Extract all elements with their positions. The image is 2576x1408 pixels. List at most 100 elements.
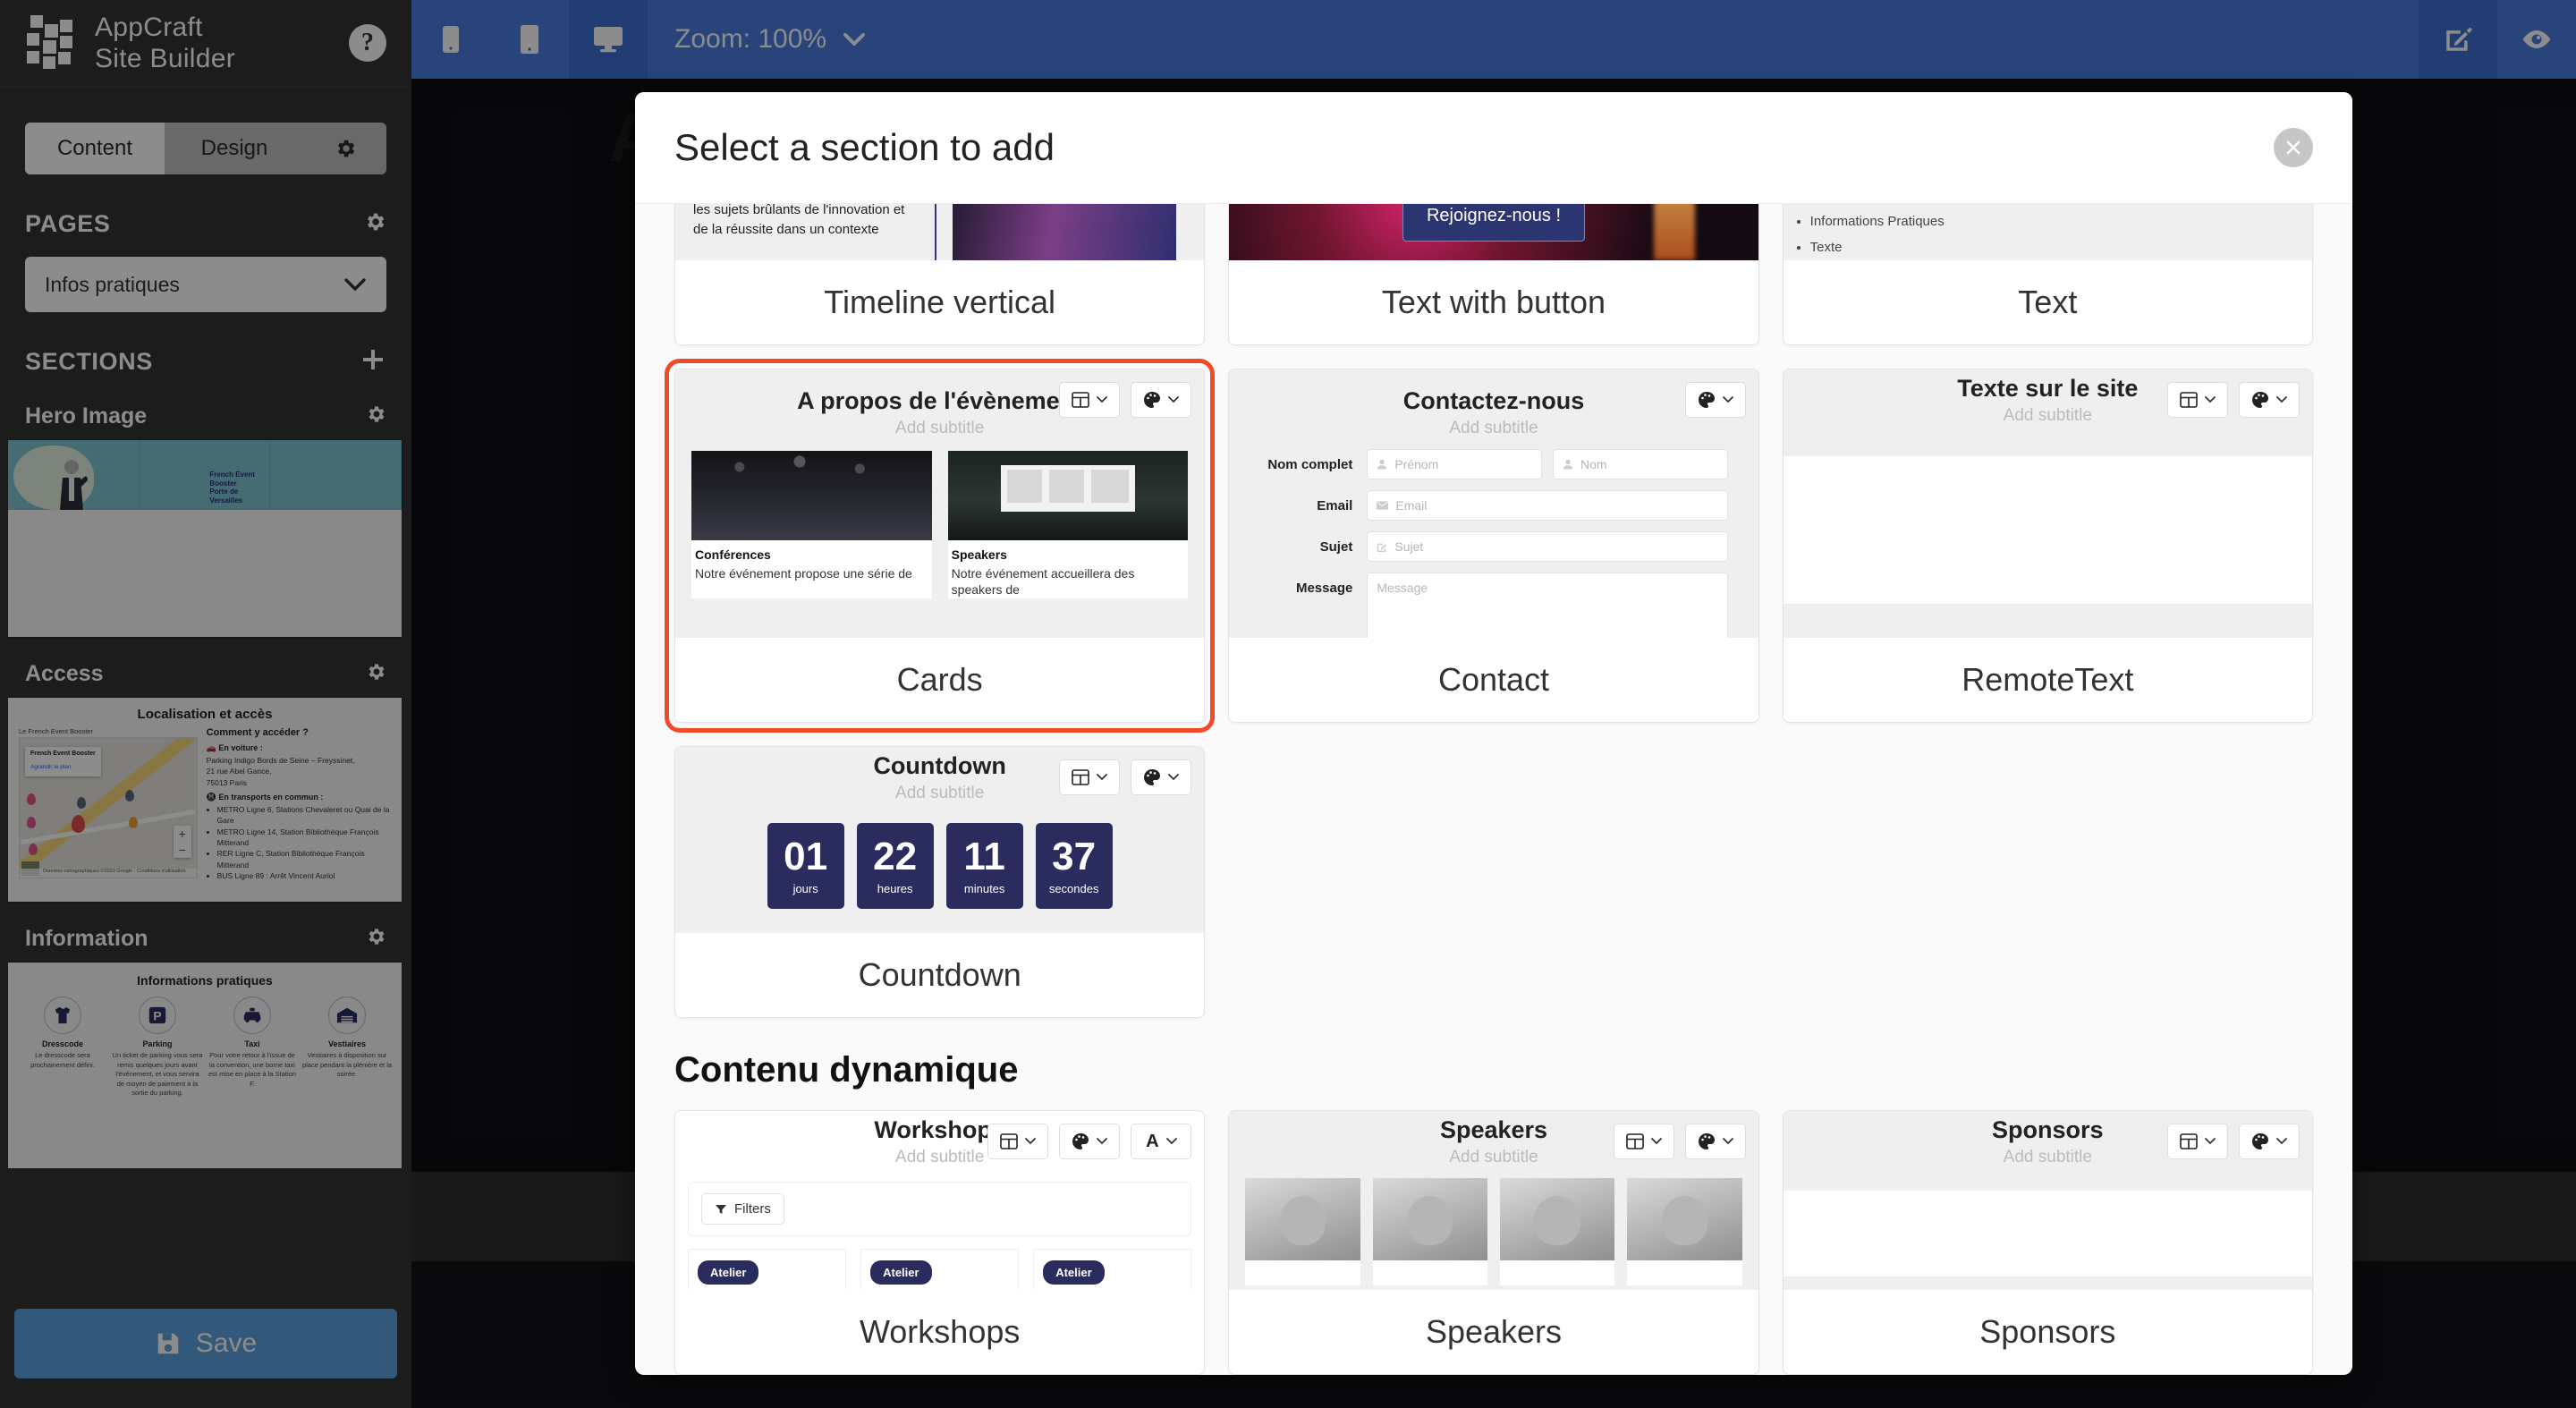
firstname-input[interactable]: Prénom [1367,449,1542,479]
workshops-filter-bar: Filters [688,1182,1192,1236]
filters-label: Filters [734,1201,771,1217]
countdown-unit: 01 jours [767,823,844,909]
section-option-label: Text [1783,260,2312,344]
chevron-down-icon [1650,1138,1662,1145]
subject-input[interactable]: Sujet [1367,531,1728,562]
chevron-down-icon [1168,774,1180,781]
app-root: Appcraft Zoom: 100% [0,0,2576,1408]
field-label: Nom complet [1267,457,1353,472]
user-icon [1377,459,1387,470]
section-option-workshops[interactable]: A Workshops Add subtitle Filters Atelier… [674,1110,1206,1375]
section-option-label: RemoteText [1783,638,2312,722]
palette-icon [1144,769,1161,785]
cards-preview-grid: Conférences Notre événement propose une … [691,451,1189,598]
remotetext-empty-body [1783,456,2312,604]
close-icon [2286,140,2301,155]
section-option-label: Countdown [675,933,1205,1017]
preview-controls [2166,382,2300,418]
filters-button[interactable]: Filters [701,1193,784,1225]
countdown-unit: 22 heures [856,823,934,909]
palette-control[interactable] [1059,1124,1121,1159]
text-with-button-cta[interactable]: Rejoignez-nous ! [1402,204,1586,242]
section-option-text-with-button[interactable]: journée de découvertes passionnantes ! R… [1228,204,1759,345]
form-row-message: Message Message [1259,573,1728,638]
filter-icon [716,1204,726,1214]
user-icon [1563,459,1572,470]
layout-control[interactable] [1059,759,1121,795]
countdown-value: 37 [1052,834,1097,878]
countdown-unit: 11 minutes [945,823,1023,909]
preview-subtitle: Add subtitle [895,419,985,437]
section-option-label: Timeline vertical [675,260,1205,344]
layout-control[interactable] [1059,382,1121,418]
modal-body[interactable]: OR Find one Cette conférence de renom ab… [635,204,2352,1375]
palette-control[interactable] [1131,759,1192,795]
palette-icon [1072,1133,1089,1149]
countdown-value: 01 [784,834,828,878]
layout-icon [1625,1133,1644,1149]
preview-controls [1613,1124,1746,1159]
palette-control[interactable] [2238,382,2300,418]
section-option-sponsors[interactable]: Sponsors Add subtitle Sponsors [1782,1110,2313,1375]
palette-icon [1698,392,1715,408]
font-control[interactable]: A [1131,1124,1192,1159]
preview-timeline-vertical: OR Find one Cette conférence de renom ab… [675,204,1205,260]
mini-card-image [691,451,932,540]
field-inputs: Sujet [1367,531,1728,562]
subject-placeholder: Sujet [1394,539,1424,554]
section-option-label: Sponsors [1783,1290,2312,1374]
layout-icon [1072,769,1090,785]
text-preview-bullets: Localisation et accès Programme Informat… [1784,204,2312,260]
section-option-cards[interactable]: A propos de l'évènement Add subtitle Con… [664,359,1216,733]
modal-close-button[interactable] [2274,128,2313,167]
email-input[interactable]: Email [1367,490,1728,521]
layout-control[interactable] [1613,1124,1674,1159]
mini-card-body: Speakers Notre événement accueillera des… [948,540,1189,598]
email-placeholder: Email [1395,498,1428,513]
speaker-item [1372,1178,1487,1285]
layout-icon [1072,392,1090,408]
chevron-down-icon [1097,1138,1108,1145]
firstname-placeholder: Prénom [1394,457,1439,471]
section-option-remotetext[interactable]: Texte sur le site Add subtitle RemoteTex… [1782,369,2313,723]
mini-card-text: Notre événement accueillera des speakers… [951,566,1135,597]
status-badge: Atelier [870,1260,932,1285]
timeline-divider [935,204,936,260]
speaker-item [1499,1178,1615,1285]
select-section-modal: Select a section to add OR Find one Cett… [635,92,2352,1375]
palette-control[interactable] [1684,1124,1746,1159]
palette-control[interactable] [1684,382,1746,418]
workshop-item: Atelier [860,1249,1020,1290]
palette-icon [2251,1133,2268,1149]
preview-cards: A propos de l'évènement Add subtitle Con… [675,369,1205,638]
field-label: Message [1295,581,1353,596]
palette-control[interactable] [2238,1124,2300,1159]
palette-control[interactable] [1131,382,1192,418]
speaker-caption [1372,1260,1487,1285]
palette-icon [2251,392,2268,408]
layout-control[interactable] [2166,382,2228,418]
layout-control[interactable] [987,1124,1049,1159]
section-option-countdown[interactable]: Countdown Add subtitle 01 jours 22 heure… [674,746,1206,1018]
chevron-down-icon [2205,1138,2216,1145]
timeline-left-column: OR Find one Cette conférence de renom ab… [693,204,917,241]
message-textarea[interactable]: Message [1367,573,1728,638]
section-option-timeline-vertical[interactable]: OR Find one Cette conférence de renom ab… [674,204,1206,345]
chevron-down-icon [1168,396,1180,403]
preview-text: Localisation et accès Programme Informat… [1783,204,2312,260]
speakers-row [1229,1178,1758,1285]
section-grid-row-1: OR Find one Cette conférence de renom ab… [674,204,2313,345]
section-option-label: Speakers [1229,1290,1758,1374]
mini-card-body: Conférences Notre événement propose une … [691,540,932,582]
field-inputs: Email [1367,490,1728,521]
speaker-caption [1499,1260,1615,1285]
layout-control[interactable] [2166,1124,2228,1159]
workshop-item: Atelier [1033,1249,1192,1290]
lastname-input[interactable]: Nom [1553,449,1728,479]
section-option-contact[interactable]: Contactez-nous Add subtitle Nom complet … [1228,369,1759,723]
section-option-speakers[interactable]: Speakers Add subtitle Speakers [1228,1110,1759,1375]
mini-card: Speakers Notre événement accueillera des… [947,451,1189,598]
section-option-text[interactable]: Localisation et accès Programme Informat… [1782,204,2313,345]
chevron-down-icon [2276,396,2287,403]
chevron-down-icon [1722,396,1733,403]
